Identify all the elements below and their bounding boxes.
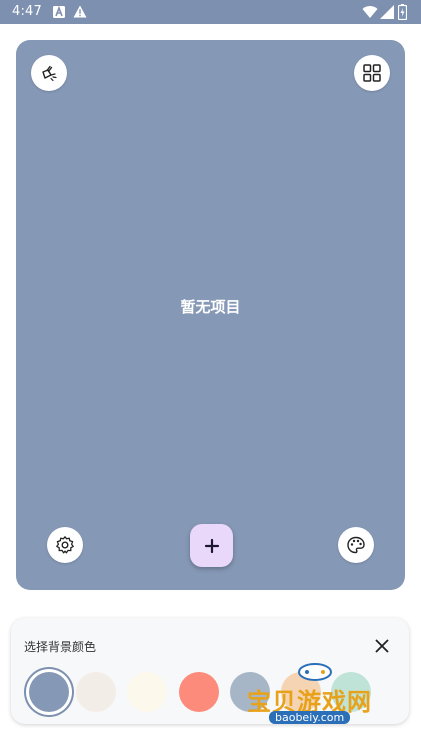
- grid-view-button[interactable]: [354, 55, 390, 91]
- background-color-button[interactable]: [338, 527, 374, 563]
- a-notification-icon: [53, 6, 65, 18]
- plus-icon: [204, 538, 219, 553]
- watermark-logo: 宝贝游戏网 baobeiy.com: [247, 660, 387, 750]
- wifi-icon: [362, 6, 378, 19]
- color-swatch[interactable]: [29, 672, 69, 712]
- signal-icon: [380, 5, 394, 19]
- close-button[interactable]: [371, 635, 393, 657]
- color-swatch[interactable]: [179, 672, 219, 712]
- empty-state-message: 暂无项目: [180, 298, 241, 316]
- clean-button[interactable]: [31, 55, 67, 91]
- color-swatch[interactable]: [127, 672, 167, 712]
- warning-icon: [73, 5, 87, 18]
- palette-icon: [347, 536, 365, 554]
- settings-button[interactable]: [47, 527, 83, 563]
- status-bar: 4:47: [0, 0, 421, 24]
- color-picker-title: 选择背景颜色: [24, 640, 97, 654]
- battery-icon: [398, 4, 407, 20]
- add-project-button[interactable]: [190, 524, 233, 567]
- clean-brush-icon: [42, 65, 57, 82]
- grid-icon: [363, 64, 381, 82]
- settings-icon: [56, 536, 74, 554]
- close-icon: [375, 639, 389, 653]
- project-canvas-card: 暂无项目: [16, 40, 405, 590]
- gamepad-icon: [298, 663, 332, 681]
- status-time: 4:47: [12, 4, 42, 19]
- color-swatch[interactable]: [76, 672, 116, 712]
- watermark-url: baobeiy.com: [269, 711, 351, 724]
